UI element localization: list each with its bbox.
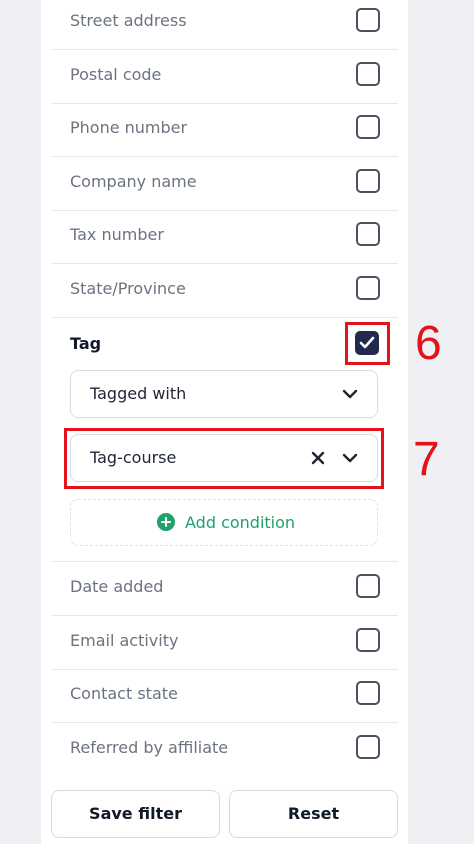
add-condition-button[interactable]: Add condition (70, 499, 378, 546)
field-row-state-province[interactable]: State/Province (51, 264, 398, 318)
field-checkbox[interactable] (356, 62, 380, 86)
field-checkbox[interactable] (356, 735, 380, 759)
field-row-email-activity[interactable]: Email activity (51, 616, 398, 670)
reset-button[interactable]: Reset (229, 790, 398, 838)
field-row-date-added[interactable]: Date added (51, 562, 398, 616)
field-label: Postal code (70, 65, 162, 84)
chevron-down-icon (342, 389, 358, 399)
condition-select-value: Tagged with (90, 384, 187, 403)
field-label: Date added (70, 577, 164, 596)
field-label: Contact state (70, 684, 178, 703)
field-checkbox[interactable] (356, 276, 380, 300)
field-row-contact-state[interactable]: Contact state (51, 669, 398, 723)
field-checkbox[interactable] (356, 8, 380, 32)
field-label: Street address (70, 11, 187, 30)
tag-field-label: Tag (70, 334, 102, 353)
field-checkbox[interactable] (356, 169, 380, 193)
field-row-phone-number[interactable]: Phone number (51, 103, 398, 157)
plus-circle-icon (157, 513, 175, 531)
field-label: Tax number (70, 225, 164, 244)
field-checkbox[interactable] (356, 115, 380, 139)
add-condition-label: Add condition (185, 513, 296, 532)
field-row-street-address[interactable]: Street address (51, 0, 398, 50)
field-label: Company name (70, 172, 197, 191)
field-checkbox[interactable] (356, 574, 380, 598)
annotation-box-7 (64, 428, 384, 489)
field-row-postal-code[interactable]: Postal code (51, 50, 398, 104)
field-checkbox[interactable] (356, 222, 380, 246)
field-row-tax-number[interactable]: Tax number (51, 210, 398, 264)
annotation-box-6 (345, 322, 390, 365)
field-label: Referred by affiliate (70, 738, 229, 757)
annotation-number-7: 7 (413, 433, 440, 486)
save-filter-button[interactable]: Save filter (51, 790, 220, 838)
field-checkbox[interactable] (356, 681, 380, 705)
field-checkbox[interactable] (356, 628, 380, 652)
field-row-company-name[interactable]: Company name (51, 157, 398, 211)
field-row-referred-by-affiliate[interactable]: Referred by affiliate (51, 723, 398, 776)
condition-select[interactable]: Tagged with (70, 370, 378, 418)
field-label: State/Province (70, 279, 186, 298)
annotation-number-6: 6 (415, 317, 442, 370)
field-label: Phone number (70, 118, 188, 137)
field-label: Email activity (70, 631, 179, 650)
